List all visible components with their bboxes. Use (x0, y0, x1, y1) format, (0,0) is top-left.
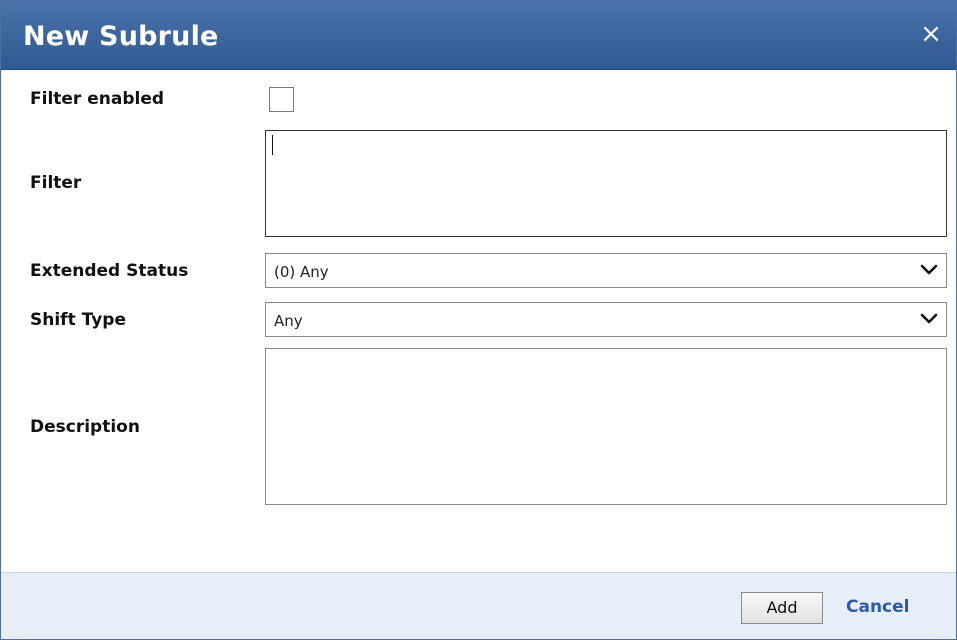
shift-type-select[interactable]: Any (265, 302, 947, 337)
dialog-title: New Subrule (23, 21, 219, 52)
add-button[interactable]: Add (741, 592, 823, 624)
chevron-down-icon (920, 313, 938, 324)
extended-status-select[interactable]: (0) Any (265, 253, 947, 288)
extended-status-value: (0) Any (274, 263, 329, 281)
description-label: Description (30, 417, 140, 437)
filter-textarea[interactable] (265, 130, 947, 237)
new-subrule-dialog: New Subrule × Filter enabled Filter Exte… (0, 0, 957, 640)
filter-enabled-checkbox[interactable] (269, 87, 294, 112)
dialog-footer: Add Cancel (1, 572, 956, 639)
text-caret (272, 135, 273, 155)
filter-label: Filter (30, 173, 82, 193)
shift-type-label: Shift Type (30, 310, 126, 330)
shift-type-value: Any (274, 312, 303, 330)
dialog-titlebar: New Subrule × (1, 1, 956, 70)
filter-enabled-label: Filter enabled (30, 89, 165, 109)
chevron-down-icon (920, 264, 938, 275)
extended-status-label: Extended Status (30, 261, 189, 281)
description-textarea[interactable] (265, 348, 947, 505)
cancel-link[interactable]: Cancel (846, 597, 909, 617)
close-icon[interactable]: × (918, 21, 944, 47)
